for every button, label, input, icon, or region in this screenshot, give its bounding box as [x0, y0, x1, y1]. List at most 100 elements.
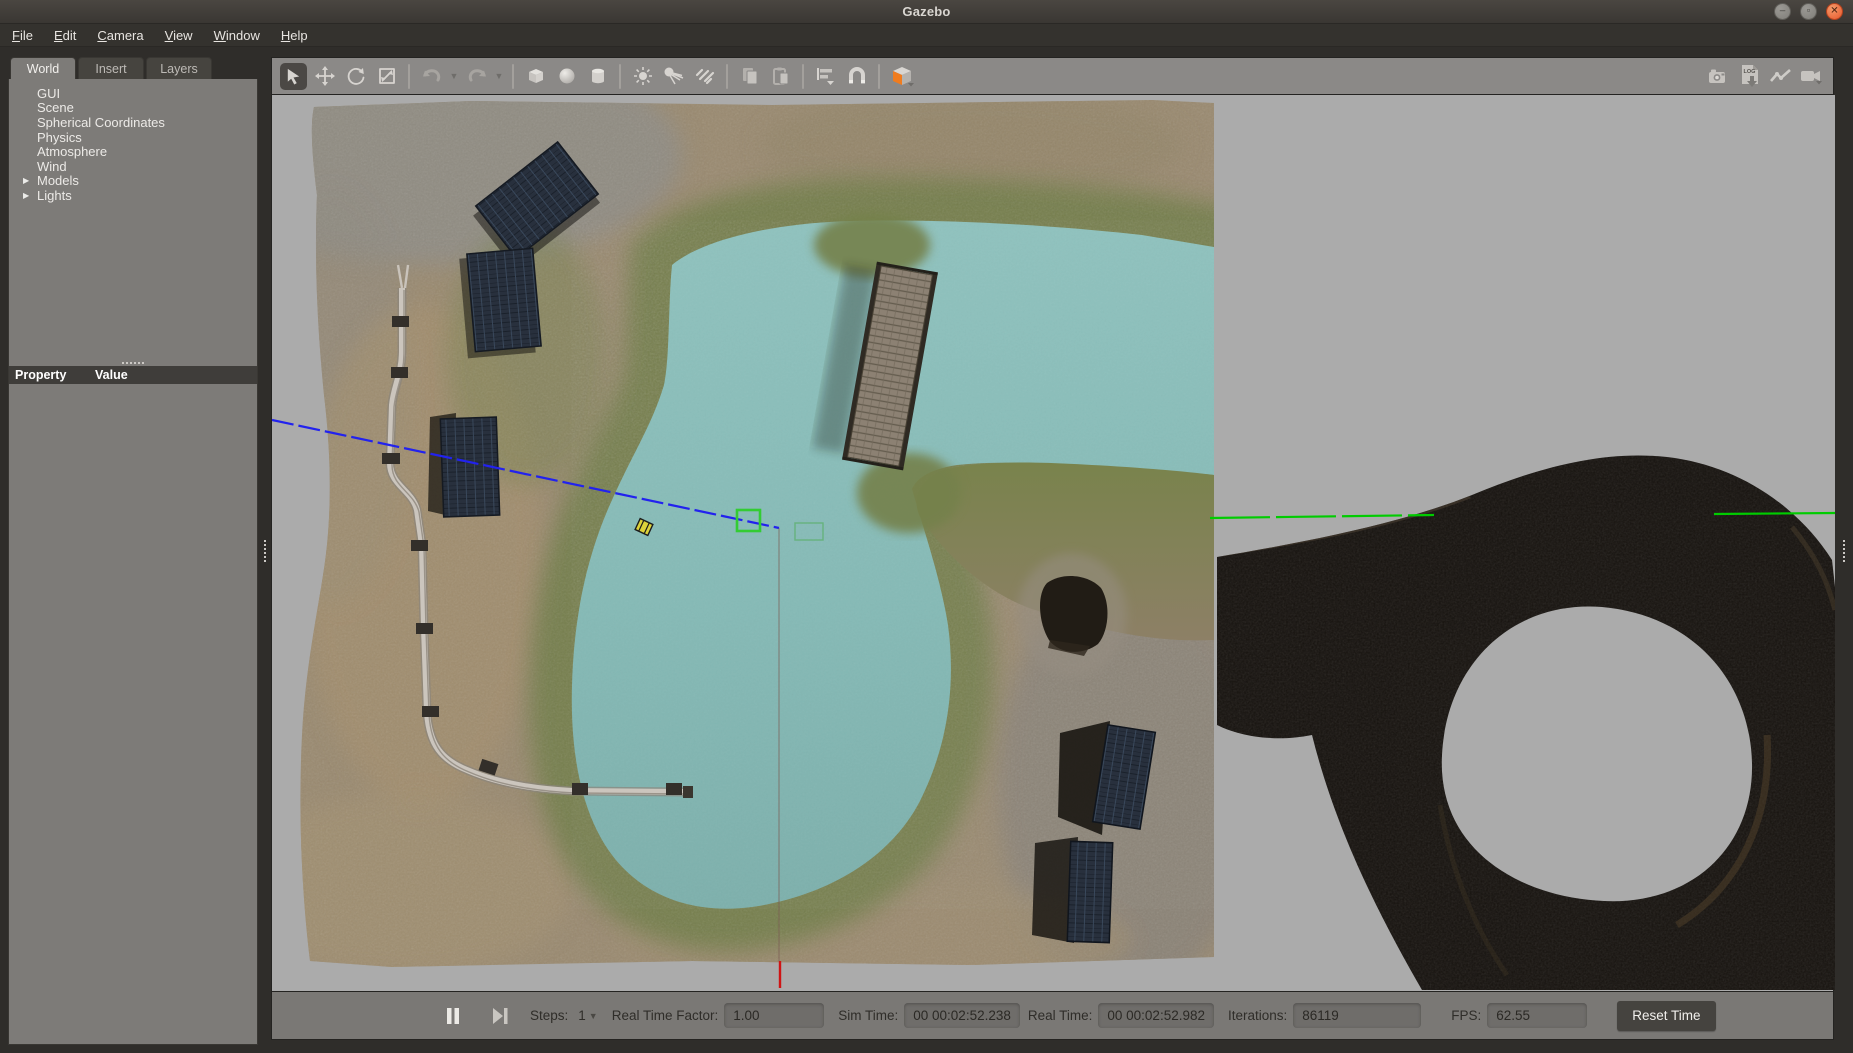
tree-item-wind[interactable]: Wind: [9, 159, 257, 174]
directional-light-button[interactable]: [691, 63, 718, 90]
log-record-button[interactable]: LOG: [1736, 63, 1763, 90]
gazebo-window: Gazebo – ▫ ✕ File Edit Camera View Windo…: [0, 0, 1853, 1053]
log-file-icon: LOG: [1739, 64, 1761, 88]
menu-window[interactable]: Window: [214, 28, 260, 43]
point-light-icon: [633, 66, 653, 86]
iterations-label: Iterations:: [1228, 1008, 1287, 1023]
fps-label: FPS:: [1451, 1008, 1481, 1023]
expand-arrow-icon[interactable]: [23, 176, 37, 185]
render-area[interactable]: [271, 95, 1834, 992]
directional-light-icon: [694, 66, 716, 86]
solar-panel-5[interactable]: [1032, 837, 1113, 943]
snap-magnet-icon: [846, 66, 868, 86]
select-arrow-icon: [284, 67, 303, 86]
chevron-down-icon: ▼: [495, 71, 504, 81]
solar-panel-2[interactable]: [459, 248, 542, 358]
sim-time-value: 00 00:02:52.238: [904, 1003, 1020, 1028]
right-splitter-handle[interactable]: [1843, 540, 1845, 562]
camera-icon: [1707, 66, 1731, 86]
tab-insert[interactable]: Insert: [78, 57, 144, 79]
right-splitter[interactable]: [1834, 57, 1853, 1045]
menu-edit[interactable]: Edit: [54, 28, 76, 43]
property-table-body: [9, 384, 257, 1044]
insert-box-button[interactable]: [522, 63, 549, 90]
pause-icon: [445, 1007, 461, 1025]
chevron-down-icon: ▼: [450, 71, 459, 81]
view-angle-button[interactable]: [888, 63, 915, 90]
minimize-button[interactable]: –: [1774, 3, 1791, 20]
pause-button[interactable]: [440, 1003, 466, 1029]
menu-view[interactable]: View: [165, 28, 193, 43]
main-area: World Insert Layers GUI Scene Spherical …: [0, 47, 1853, 1045]
copy-button[interactable]: [736, 63, 763, 90]
property-table-header: Property Value: [9, 366, 257, 384]
solar-panel-3[interactable]: [428, 413, 500, 517]
fps-value: 62.55: [1487, 1003, 1587, 1028]
tree-item-scene[interactable]: Scene: [9, 101, 257, 116]
left-splitter[interactable]: [258, 57, 271, 1045]
tree-item-physics[interactable]: Physics: [9, 130, 257, 145]
property-column-header: Property: [9, 368, 95, 382]
tab-world[interactable]: World: [10, 57, 76, 79]
select-tool-button[interactable]: [280, 63, 307, 90]
tree-item-lights[interactable]: Lights: [9, 188, 257, 203]
scale-icon: [377, 66, 397, 86]
titlebar[interactable]: Gazebo – ▫ ✕: [0, 0, 1853, 24]
insert-cylinder-button[interactable]: [584, 63, 611, 90]
reset-time-button[interactable]: Reset Time: [1617, 1001, 1715, 1031]
solar-panel-4[interactable]: [1058, 721, 1155, 835]
screenshot-button[interactable]: [1705, 63, 1732, 90]
chevron-down-icon[interactable]: ▼: [589, 1011, 598, 1021]
panel-splitter-handle[interactable]: [9, 362, 257, 364]
menu-camera[interactable]: Camera: [97, 28, 143, 43]
value-column-header: Value: [95, 368, 128, 382]
undo-history-button[interactable]: ▼: [447, 63, 461, 90]
bridge-north-bank: [814, 213, 930, 277]
tab-layers[interactable]: Layers: [146, 57, 212, 79]
paste-icon: [771, 66, 791, 86]
window-controls: – ▫ ✕: [1774, 3, 1843, 20]
insert-sphere-button[interactable]: [553, 63, 580, 90]
paste-button[interactable]: [767, 63, 794, 90]
tree-item-atmosphere[interactable]: Atmosphere: [9, 144, 257, 159]
redo-icon: [466, 66, 488, 86]
rotate-icon: [346, 66, 366, 86]
world-tab-panel: GUI Scene Spherical Coordinates Physics …: [8, 79, 258, 1045]
plot-line-icon: [1769, 66, 1793, 86]
steps-spinner[interactable]: 1 ▼: [578, 1008, 597, 1023]
world-tree: GUI Scene Spherical Coordinates Physics …: [9, 79, 257, 203]
left-splitter-handle[interactable]: [264, 540, 266, 562]
maximize-button[interactable]: ▫: [1800, 3, 1817, 20]
rotate-tool-button[interactable]: [342, 63, 369, 90]
tree-item-models[interactable]: Models: [9, 174, 257, 189]
translate-tool-button[interactable]: [311, 63, 338, 90]
align-button[interactable]: [812, 63, 839, 90]
point-light-button[interactable]: [629, 63, 656, 90]
tree-item-spherical-coordinates[interactable]: Spherical Coordinates: [9, 115, 257, 130]
toolbar-right-group: LOG: [1703, 63, 1827, 90]
spot-light-icon: [663, 66, 685, 86]
render-toolbar: ▼ ▼: [271, 57, 1834, 95]
spot-light-button[interactable]: [660, 63, 687, 90]
render-viewport[interactable]: [272, 95, 1835, 990]
record-video-button[interactable]: [1798, 63, 1825, 90]
redo-button[interactable]: [463, 63, 490, 90]
copy-icon: [740, 66, 760, 86]
redo-history-button[interactable]: ▼: [492, 63, 506, 90]
box-icon: [526, 66, 546, 86]
plot-button[interactable]: [1767, 63, 1794, 90]
scale-tool-button[interactable]: [373, 63, 400, 90]
undo-button[interactable]: [418, 63, 445, 90]
simulation-statusbar: Steps: 1 ▼ Real Time Factor: 1.00 Sim Ti…: [271, 992, 1834, 1040]
snap-button[interactable]: [843, 63, 870, 90]
window-title: Gazebo: [902, 4, 950, 19]
menu-help[interactable]: Help: [281, 28, 308, 43]
close-icon: ✕: [1830, 6, 1838, 16]
step-button[interactable]: [487, 1003, 513, 1029]
expand-arrow-icon[interactable]: [23, 191, 37, 200]
close-button[interactable]: ✕: [1826, 3, 1843, 20]
menu-file[interactable]: File: [12, 28, 33, 43]
steps-label: Steps:: [530, 1008, 568, 1023]
video-camera-icon: [1799, 66, 1825, 86]
tree-item-gui[interactable]: GUI: [9, 86, 257, 101]
